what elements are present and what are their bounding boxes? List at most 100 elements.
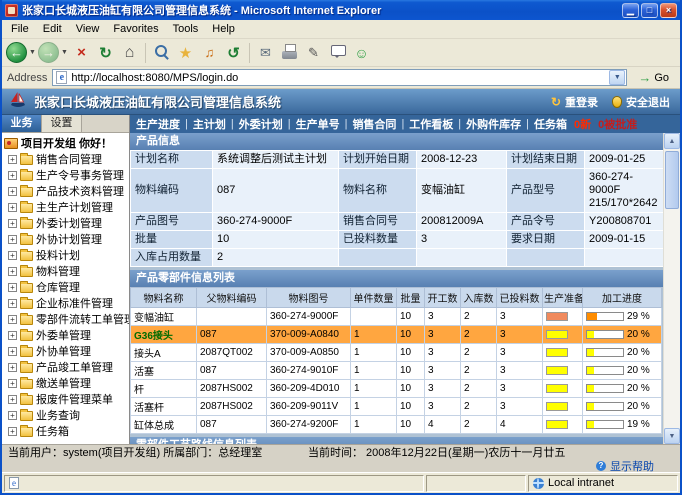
tree-item-17[interactable]: +业务查询 [4,407,129,423]
expand-icon[interactable]: + [8,395,17,404]
address-dropdown-button[interactable]: ▼ [609,70,625,85]
forward-dropdown-icon[interactable]: ▼ [60,49,69,56]
scrollbar-thumb[interactable] [665,151,679,209]
nav-item-6[interactable]: 工作看板 [409,116,453,132]
menu-item-help[interactable]: Help [205,21,242,37]
nav-item-4[interactable]: 生产单号 [296,116,340,132]
menu-item-favorites[interactable]: Favorites [106,21,165,37]
tree-item-9[interactable]: +仓库管理 [4,279,129,295]
menu-item-tools[interactable]: Tools [166,21,206,37]
expand-icon[interactable]: + [8,379,17,388]
relogin-button[interactable]: ↻ 重登录 [551,94,598,110]
info-label: 产品型号 [507,169,585,213]
go-button[interactable]: → Go [632,69,675,86]
expand-icon[interactable]: + [8,427,17,436]
menu-item-edit[interactable]: Edit [36,21,69,37]
logout-button[interactable]: 安全退出 [612,94,670,110]
nav-item-5[interactable]: 销售合同 [352,116,396,132]
parts-row-6[interactable]: 活塞杆2087HS002360-209-9011V11032320 % [131,398,662,416]
messenger-icon[interactable]: ☺ [350,41,373,64]
tree-item-12[interactable]: +外委单管理 [4,327,129,343]
stop-icon[interactable]: × [70,41,93,64]
tree-item-6[interactable]: + 外协计划管理 [4,231,129,247]
tree-item-7[interactable]: +投料计划 [4,247,129,263]
tree-item-2[interactable]: +生产令号事务管理 [4,167,129,183]
sidebar-tab-business[interactable]: 业务 [2,115,42,132]
refresh-icon[interactable]: ↻ [94,41,117,64]
parts-row-3[interactable]: 接头A2087QT002370-009-A085011032320 % [131,344,662,362]
parts-row-1[interactable]: 变幅油缸360-274-9000F1032329 % [131,308,662,326]
home-icon[interactable]: ⌂ [118,41,141,64]
parts-column-header: 加工进度 [583,288,662,308]
tree-item-15[interactable]: +缴送单管理 [4,375,129,391]
sidebar-tab-settings[interactable]: 设置 [42,115,82,132]
expand-icon[interactable]: + [8,331,17,340]
nav-item-1[interactable]: 生产进度 [136,116,180,132]
expand-icon[interactable]: + [8,251,17,260]
back-dropdown-icon[interactable]: ▼ [28,49,37,56]
cell-name: 活塞杆 [131,398,197,416]
tree-item-5[interactable]: +外委计划管理 [4,215,129,231]
expand-icon[interactable]: + [8,187,17,196]
scrollbar-track[interactable] [664,149,680,428]
parts-row-7[interactable]: 缸体总成087360-274-9200F11042419 % [131,416,662,434]
cell-parent: 087 [197,326,267,344]
mail-icon[interactable]: ✉ [254,41,277,64]
expand-icon[interactable]: + [8,315,17,324]
product-info-section: 产品信息 计划名称系统调整后测试主计划计划开始日期2008-12-23计划结束日… [130,133,663,267]
nav-badge-2[interactable]: 0被批准 [598,116,637,132]
tree-root-item[interactable]: 项目开发组 你好！ [4,135,129,151]
expand-icon[interactable]: + [8,299,17,308]
favorites-icon[interactable]: ★ [174,41,197,64]
nav-item-8[interactable]: 任务箱 [534,116,567,132]
search-icon[interactable] [150,41,173,64]
expand-icon[interactable]: + [8,203,17,212]
parts-row-5[interactable]: 杆2087HS002360-209-4D01011032320 % [131,380,662,398]
title-bar[interactable]: 张家口长城液压油缸有限公司管理信息系统 - Microsoft Internet… [2,0,680,20]
nav-item-3[interactable]: 外委计划 [239,116,283,132]
history-icon[interactable]: ↺ [222,41,245,64]
maximize-button[interactable]: □ [641,3,658,18]
tree-item-8[interactable]: +物料管理 [4,263,129,279]
tree-item-16[interactable]: +报废件管理菜单 [4,391,129,407]
scroll-up-button[interactable]: ▲ [664,133,680,149]
tree-item-18[interactable]: +任务箱 [4,423,129,439]
parts-row-4[interactable]: 活塞087360-274-9010F11032320 % [131,362,662,380]
discuss-icon[interactable] [326,41,349,64]
expand-icon[interactable]: + [8,267,17,276]
forward-icon[interactable]: → [38,42,59,63]
expand-icon[interactable]: + [8,235,17,244]
tree-item-11[interactable]: +零部件流转工单管理 [4,311,129,327]
tree-item-label: 外协计划管理 [36,231,102,247]
expand-icon[interactable]: + [8,411,17,420]
content-scrollbar[interactable]: ▲ ▼ [663,133,680,444]
address-input[interactable]: e http://localhost:8080/MPS/login.do ▼ [52,69,627,86]
progress-fill [587,331,594,338]
menu-item-file[interactable]: File [4,21,36,37]
tree-item-14[interactable]: +产品竣工单管理 [4,359,129,375]
close-button[interactable]: × [660,3,677,18]
media-icon[interactable]: ♫ [198,41,221,64]
edit-icon[interactable]: ✎ [302,41,325,64]
expand-icon[interactable]: + [8,155,17,164]
tree-item-4[interactable]: +主生产计划管理 [4,199,129,215]
parts-row-2[interactable]: G36接头087370-009-A084011032320 % [131,326,662,344]
expand-icon[interactable]: + [8,347,17,356]
tree-item-10[interactable]: +企业标准件管理 [4,295,129,311]
tree-item-1[interactable]: +销售合同管理 [4,151,129,167]
minimize-button[interactable]: ▁ [622,3,639,18]
expand-icon[interactable]: + [8,171,17,180]
menu-item-view[interactable]: View [69,21,107,37]
tree-root-label: 项目开发组 你好！ [21,135,112,151]
tree-item-3[interactable]: +产品技术资料管理 [4,183,129,199]
tree-item-13[interactable]: +外协单管理 [4,343,129,359]
expand-icon[interactable]: + [8,219,17,228]
nav-item-2[interactable]: 主计划 [193,116,226,132]
nav-item-7[interactable]: 外购件库存 [466,116,521,132]
scroll-down-button[interactable]: ▼ [664,428,680,444]
print-icon[interactable] [278,41,301,64]
nav-badge-1[interactable]: 0新 [574,116,591,132]
expand-icon[interactable]: + [8,363,17,372]
expand-icon[interactable]: + [8,283,17,292]
back-icon[interactable]: ← [6,42,27,63]
